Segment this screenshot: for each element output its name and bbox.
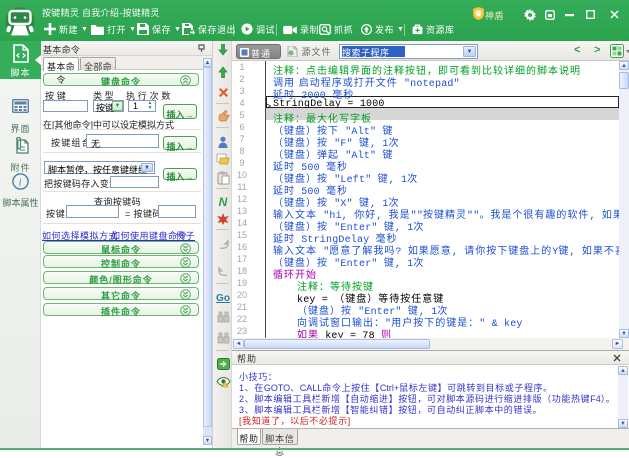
- svg-text:i: i: [18, 177, 22, 189]
